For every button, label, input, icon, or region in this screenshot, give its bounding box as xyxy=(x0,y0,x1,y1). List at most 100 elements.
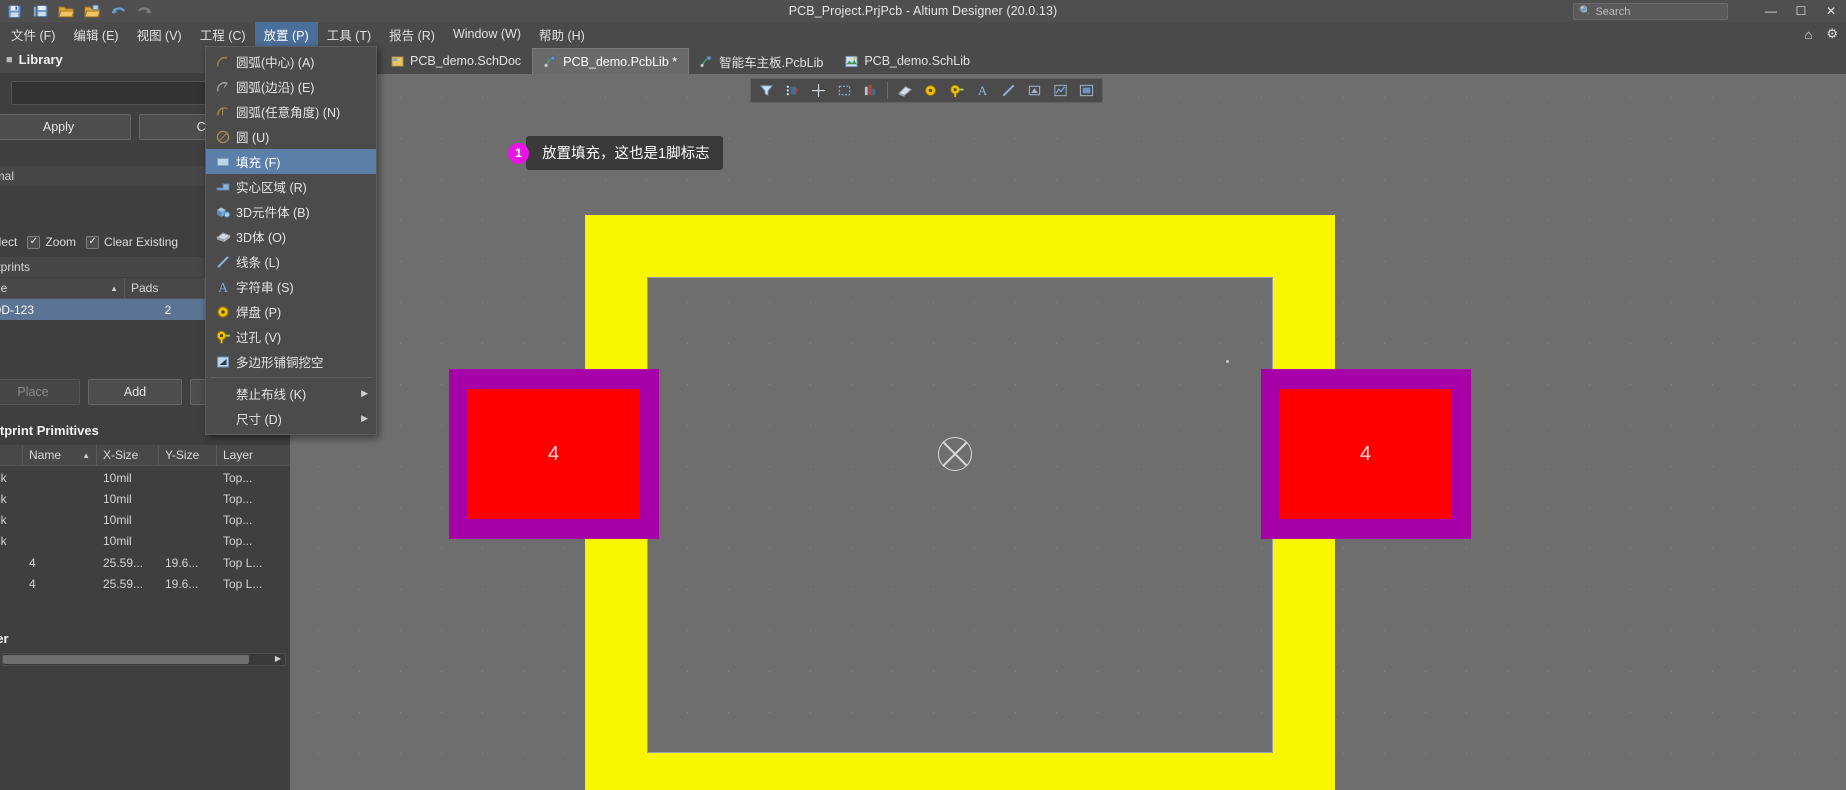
tab-pcb-demo-pcblib[interactable]: PCB_demo.PcbLib * xyxy=(532,48,690,74)
place-dropdown-menu: 圆弧(中心) (A) 圆弧(边沿) (E) 圆弧(任意角度) (N) 圆 (U)… xyxy=(205,46,377,435)
menu-place[interactable]: 放置 (P) xyxy=(254,22,318,46)
sort-ascending-icon: ▲ xyxy=(110,283,118,293)
menu-item-label: 填充 (F) xyxy=(236,156,281,170)
scrollbar-thumb[interactable] xyxy=(3,655,249,664)
menu-item-label: 圆弧(中心) (A) xyxy=(236,56,315,70)
filter-funnel-icon[interactable] xyxy=(754,80,779,101)
line-tool-icon[interactable] xyxy=(996,80,1021,101)
clear-existing-checkbox[interactable]: ✓ Clear Existing xyxy=(86,235,178,249)
dimension-tool-icon[interactable] xyxy=(1048,80,1073,101)
menu-edit[interactable]: 编辑 (E) xyxy=(64,22,127,46)
circle-icon xyxy=(210,129,236,145)
primitive-xsize-cell: 25.59... xyxy=(103,555,144,570)
menu-help[interactable]: 帮助 (H) xyxy=(530,22,594,46)
solid-region-icon xyxy=(210,179,236,195)
primitive-xsize-cell: 10mil xyxy=(103,512,132,527)
menu-tools[interactable]: 工具 (T) xyxy=(318,22,380,46)
primitives-col-name[interactable]: Name ▲ xyxy=(23,444,97,466)
horizontal-scrollbar[interactable]: ▶ xyxy=(2,653,286,666)
primitive-layer-cell: Top L... xyxy=(223,555,263,570)
pcb-editor-canvas[interactable]: A 1 放置填充，这也是1脚标志 4 4 xyxy=(290,74,1846,790)
menu-item-polygon-cutout[interactable]: 多边形铺铜挖空 xyxy=(206,349,376,374)
text-tool-icon[interactable]: A xyxy=(970,80,995,101)
tab-pcb-demo-schdoc[interactable]: PCB_demo.SchDoc xyxy=(380,48,532,74)
eraser-icon[interactable] xyxy=(892,80,917,101)
net-color-icon[interactable] xyxy=(780,80,805,101)
zoom-checkbox[interactable]: ✓ Zoom xyxy=(27,235,76,249)
primitives-col-layer[interactable]: Layer xyxy=(217,445,290,466)
menu-bar: 文件 (F) 编辑 (E) 视图 (V) 工程 (C) 放置 (P) 工具 (T… xyxy=(0,22,1846,46)
menu-view[interactable]: 视图 (V) xyxy=(128,22,191,46)
menu-item-3d-component-body[interactable]: 3D元件体 (B) xyxy=(206,199,376,224)
menu-item-circle[interactable]: 圆 (U) xyxy=(206,124,376,149)
table-row[interactable]: ad 4 25.59... 19.6... Top L... xyxy=(0,573,290,594)
footprints-col-pads[interactable]: Pads xyxy=(125,277,205,299)
panel-title-label: Library xyxy=(18,52,63,67)
layer-stack-icon[interactable] xyxy=(858,80,883,101)
menu-item-line[interactable]: 线条 (L) xyxy=(206,249,376,274)
editor-tab-strip: PCB_demo.SchDoc PCB_demo.PcbLib * 智能车主板.… xyxy=(290,46,1846,74)
svg-text:A: A xyxy=(978,83,988,98)
table-row[interactable]: rack 10mil Top... xyxy=(0,530,290,551)
menu-item-pad[interactable]: 焊盘 (P) xyxy=(206,299,376,324)
pad-tool-icon[interactable] xyxy=(918,80,943,101)
menu-item-3d-body[interactable]: 3D体 (O) xyxy=(206,224,376,249)
menu-project[interactable]: 工程 (C) xyxy=(191,22,255,46)
table-row[interactable]: rack 10mil Top... xyxy=(0,509,290,530)
string-icon: A xyxy=(210,279,236,295)
search-input[interactable]: 🔍 Search xyxy=(1573,3,1728,20)
table-row[interactable]: rack 10mil Top... xyxy=(0,488,290,509)
table-row[interactable]: rack 10mil Top... xyxy=(0,467,290,488)
altium-designer-window: PCB_Project.PrjPcb - Altium Designer (20… xyxy=(0,0,1846,790)
tab-label: PCB_demo.SchDoc xyxy=(410,54,522,68)
menu-item-arc-edge[interactable]: 圆弧(边沿) (E) xyxy=(206,74,376,99)
menu-item-fill[interactable]: 填充 (F) xyxy=(206,149,376,174)
title-bar: PCB_Project.PrjPcb - Altium Designer (20… xyxy=(0,0,1846,22)
menu-item-keepout[interactable]: 禁止布线 (K) ▶ xyxy=(206,381,376,406)
menu-item-label: 线条 (L) xyxy=(236,256,280,270)
table-row[interactable]: ad 4 25.59... 19.6... Top L... xyxy=(0,552,290,573)
primitives-col-xsize[interactable]: X-Size xyxy=(97,444,159,466)
scroll-right-arrow-icon[interactable]: ▶ xyxy=(272,654,284,665)
primitive-layer-cell: Top... xyxy=(223,533,253,548)
primitives-table-header: pe Name ▲ X-Size Y-Size Layer xyxy=(0,444,290,466)
tab-smartcar-pcblib[interactable]: 智能车主板.PcbLib xyxy=(689,48,834,74)
settings-gear-icon[interactable]: ⚙ xyxy=(1826,26,1838,42)
home-icon[interactable]: ⌂ xyxy=(1804,27,1812,42)
polygon-tool-icon[interactable] xyxy=(1022,80,1047,101)
menu-item-arc-any-angle[interactable]: 圆弧(任意角度) (N) xyxy=(206,99,376,124)
primitives-col-ysize[interactable]: Y-Size xyxy=(159,444,217,466)
close-button[interactable]: ✕ xyxy=(1824,4,1838,18)
tab-label: PCB_demo.SchLib xyxy=(864,54,970,68)
apply-button[interactable]: Apply xyxy=(0,114,131,140)
menu-item-solid-region[interactable]: 实心区域 (R) xyxy=(206,174,376,199)
selection-box-icon[interactable] xyxy=(832,80,857,101)
tab-label: PCB_demo.PcbLib * xyxy=(563,54,678,69)
menu-file[interactable]: 文件 (F) xyxy=(2,22,64,46)
menu-item-string[interactable]: A 字符串 (S) xyxy=(206,274,376,299)
via-tool-icon[interactable] xyxy=(944,80,969,101)
arc-center-icon xyxy=(210,54,236,70)
menu-window[interactable]: Window (W) xyxy=(444,22,530,46)
schlib-icon xyxy=(845,55,858,68)
menu-item-dimension[interactable]: 尺寸 (D) ▶ xyxy=(206,406,376,431)
add-button[interactable]: Add xyxy=(88,379,182,405)
menu-item-label: 3D元件体 (B) xyxy=(236,206,310,220)
menu-item-via[interactable]: 过孔 (V) xyxy=(206,324,376,349)
minimize-button[interactable]: — xyxy=(1764,4,1778,18)
pad-icon xyxy=(210,304,236,320)
primitive-ysize-cell: 19.6... xyxy=(165,555,199,570)
pin-icon[interactable]: ■ xyxy=(6,54,13,66)
line-icon xyxy=(210,254,236,270)
footprints-col-name[interactable]: ame ▲ xyxy=(0,277,125,299)
crosshair-icon[interactable] xyxy=(806,80,831,101)
tab-pcb-demo-schlib[interactable]: PCB_demo.SchLib xyxy=(834,48,981,74)
place-button[interactable]: Place xyxy=(0,379,80,405)
maximize-button[interactable]: ☐ xyxy=(1794,4,1808,18)
primitive-layer-cell: Top... xyxy=(223,512,253,527)
primitives-col-type[interactable]: pe xyxy=(0,444,23,466)
fill-tool-icon[interactable] xyxy=(1074,80,1099,101)
menu-item-label: 3D体 (O) xyxy=(236,231,287,245)
menu-reports[interactable]: 报告 (R) xyxy=(380,22,444,46)
menu-item-arc-center[interactable]: 圆弧(中心) (A) xyxy=(206,49,376,74)
